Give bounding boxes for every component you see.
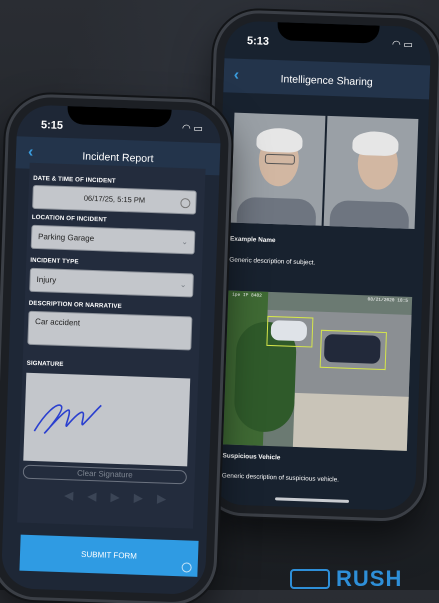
item-title: Suspicious Vehicle	[222, 452, 281, 462]
page-title: Intelligence Sharing	[280, 73, 373, 89]
detection-box	[319, 329, 387, 371]
mugshot-front	[230, 112, 326, 226]
subject-mugshot-image[interactable]	[230, 112, 419, 229]
wifi-battery-icon: ◠ ▭	[181, 123, 204, 135]
brand-mark-icon	[290, 569, 330, 589]
brand-text: RUSH	[336, 566, 403, 591]
item-description: Generic description of suspicious vehicl…	[221, 472, 340, 484]
chevron-down-icon: ⌄	[181, 237, 189, 247]
left-phone-device: 5:15 ◠ ▭ ‹ Incident Report DATE & TIME O…	[0, 96, 230, 603]
signature-label: SIGNATURE	[26, 359, 64, 369]
detection-box	[266, 315, 314, 348]
phone-notch	[277, 22, 380, 44]
signature-pad[interactable]	[23, 372, 191, 467]
clock-icon	[180, 198, 191, 209]
description-textarea[interactable]: Car accident	[27, 310, 193, 351]
right-phone-device: 5:13 ◠ ▭ ‹ Intelligence Sharing Example …	[200, 12, 439, 520]
chevron-down-icon: ⌄	[179, 280, 187, 290]
datetime-value: 06/17/25, 5:15 PM	[83, 193, 146, 205]
phone-notch	[67, 106, 172, 128]
submit-form-button[interactable]: SUBMIT FORM	[19, 534, 199, 577]
camera-timestamp: 08/21/2020 18:5	[367, 297, 409, 304]
mugshot-profile	[323, 115, 419, 229]
status-time: 5:13	[246, 35, 270, 48]
camera-label: ipe IP 8482	[232, 292, 262, 299]
brand-logo: RUSH	[290, 566, 402, 592]
incident-report-screen: 5:15 ◠ ▭ ‹ Incident Report DATE & TIME O…	[0, 104, 222, 596]
signature-drawing	[33, 404, 102, 434]
incident-type-value: Injury	[36, 275, 57, 285]
location-value: Parking Garage	[37, 232, 95, 244]
item-description: Generic description of subject.	[229, 256, 316, 267]
wifi-battery-icon: ◠ ▭	[391, 39, 414, 51]
status-time: 5:15	[40, 119, 64, 132]
nav-bar: ‹ Intelligence Sharing	[223, 58, 431, 100]
item-title: Example Name	[229, 235, 276, 245]
vehicle-camera-image[interactable]: ipe IP 8482 08/21/2020 18:5	[222, 290, 413, 451]
description-value: Car accident	[34, 317, 81, 328]
intelligence-sharing-screen: 5:13 ◠ ▭ ‹ Intelligence Sharing Example …	[208, 20, 432, 512]
home-indicator[interactable]	[274, 497, 350, 503]
